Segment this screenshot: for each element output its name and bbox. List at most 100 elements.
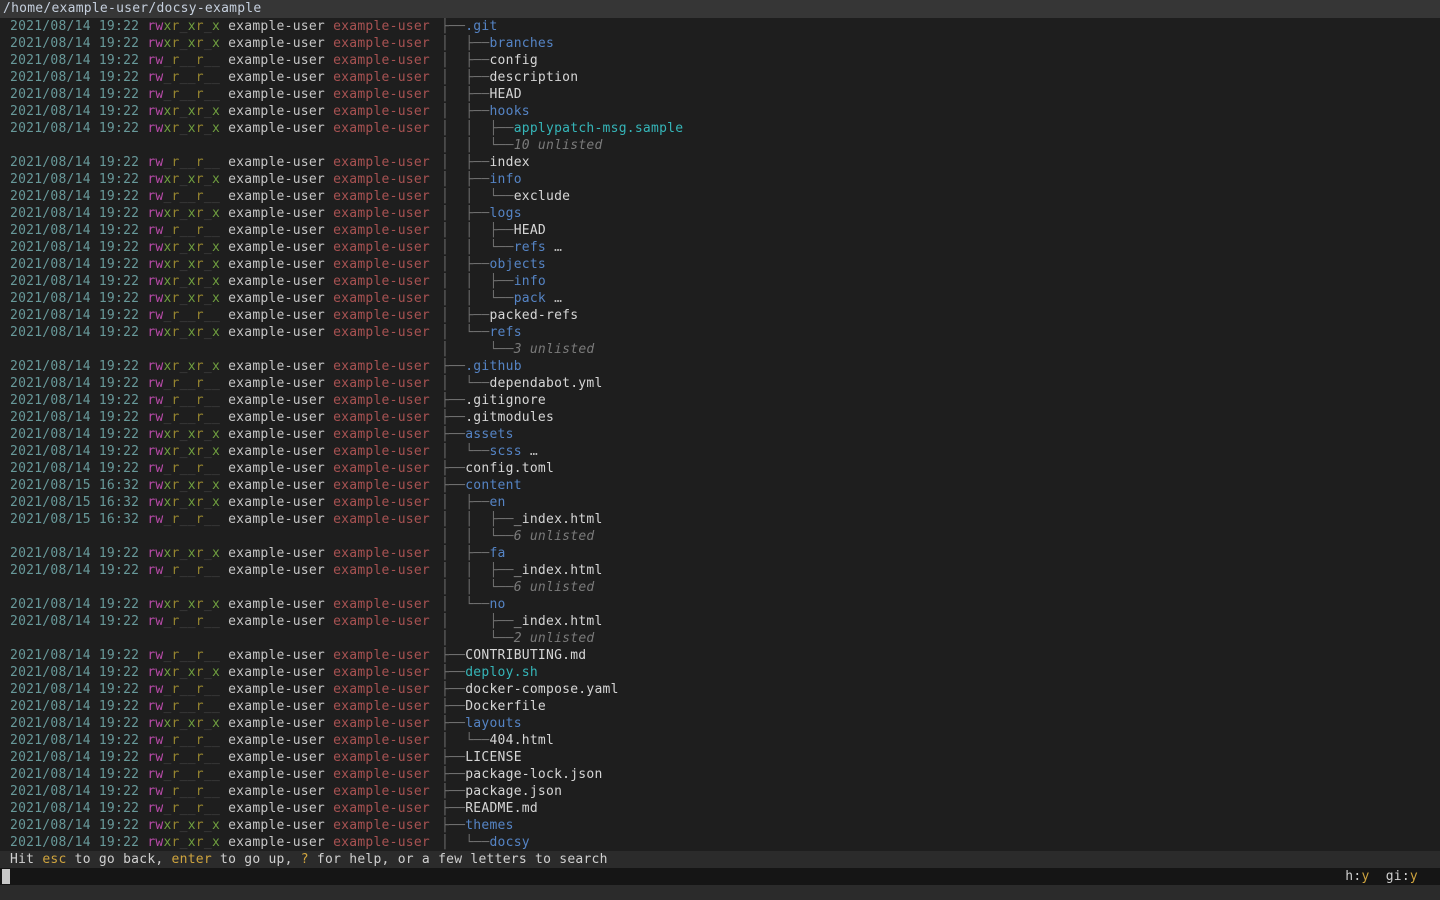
file-meta-row: 2021/08/14 19:22 rw_r__r__ example-user … [0, 766, 441, 783]
file-meta-row: 2021/08/14 19:22 rwxr_xr_x example-user … [0, 171, 441, 188]
tree-row-scss[interactable]: │ └──scss … [441, 443, 1440, 460]
search-input-bar[interactable]: h:y gi:y [0, 868, 1440, 885]
hint-key: esc [42, 852, 66, 867]
tree-row-.git[interactable]: ├──.git [441, 18, 1440, 35]
flag-h[interactable]: h:y [1345, 869, 1369, 884]
file-meta-row: 2021/08/14 19:22 rwxr_xr_x example-user … [0, 239, 441, 256]
tree-row-content[interactable]: ├──content [441, 477, 1440, 494]
tree-row-LICENSE[interactable]: ├──LICENSE [441, 749, 1440, 766]
file-meta-row: 2021/08/14 19:22 rwxr_xr_x example-user … [0, 273, 441, 290]
tree-row-index[interactable]: │ ├──index [441, 154, 1440, 171]
file-meta-row: 2021/08/15 16:32 rw_r__r__ example-user … [0, 511, 441, 528]
hint-text: to go back, [67, 852, 172, 867]
tree-row-HEAD[interactable]: │ ├──HEAD [441, 86, 1440, 103]
file-meta-row: 2021/08/14 19:22 rwxr_xr_x example-user … [0, 545, 441, 562]
file-meta-row: 2021/08/14 19:22 rwxr_xr_x example-user … [0, 103, 441, 120]
file-meta-row: 2021/08/14 19:22 rw_r__r__ example-user … [0, 86, 441, 103]
file-meta-row: 2021/08/14 19:22 rwxr_xr_x example-user … [0, 18, 441, 35]
tree-row-.github[interactable]: ├──.github [441, 358, 1440, 375]
file-meta-row: 2021/08/14 19:22 rwxr_xr_x example-user … [0, 426, 441, 443]
file-meta-row: 2021/08/14 19:22 rw_r__r__ example-user … [0, 698, 441, 715]
file-meta-row: 2021/08/14 19:22 rw_r__r__ example-user … [0, 409, 441, 426]
text-cursor [2, 869, 10, 884]
tree-row-themes[interactable]: ├──themes [441, 817, 1440, 834]
file-meta-row: 2021/08/14 19:22 rw_r__r__ example-user … [0, 732, 441, 749]
tree-row-assets[interactable]: ├──assets [441, 426, 1440, 443]
tree-row-README.md[interactable]: ├──README.md [441, 800, 1440, 817]
tree-row-_index.html[interactable]: │ ├──_index.html [441, 613, 1440, 630]
tree-row-en[interactable]: │ ├──en [441, 494, 1440, 511]
hint-text: for help, or a few letters to search [309, 852, 608, 867]
tree-row-fa[interactable]: │ ├──fa [441, 545, 1440, 562]
tree-row-branches[interactable]: │ ├──branches [441, 35, 1440, 52]
tree-row-_index.html[interactable]: │ │ ├──_index.html [441, 562, 1440, 579]
tree-row-applypatch-msg.sample[interactable]: │ │ ├──applypatch-msg.sample [441, 120, 1440, 137]
hint-text: Hit [10, 852, 42, 867]
tree-row-info[interactable]: │ │ ├──info [441, 273, 1440, 290]
tree-row-hooks[interactable]: │ ├──hooks [441, 103, 1440, 120]
tree-row-refs[interactable]: │ │ └──refs … [441, 239, 1440, 256]
main-area: 2021/08/14 19:22 rwxr_xr_x example-user … [0, 18, 1440, 851]
file-meta-row: 2021/08/14 19:22 rwxr_xr_x example-user … [0, 443, 441, 460]
file-meta-row: 2021/08/14 19:22 rw_r__r__ example-user … [0, 749, 441, 766]
tree-row-description[interactable]: │ ├──description [441, 69, 1440, 86]
file-meta-row: 2021/08/14 19:22 rwxr_xr_x example-user … [0, 324, 441, 341]
tree-row-package.json[interactable]: ├──package.json [441, 783, 1440, 800]
file-meta-row: 2021/08/14 19:22 rwxr_xr_x example-user … [0, 664, 441, 681]
tree-row-objects[interactable]: │ ├──objects [441, 256, 1440, 273]
file-meta-row: 2021/08/14 19:22 rw_r__r__ example-user … [0, 460, 441, 477]
flag-gi[interactable]: gi:y [1386, 869, 1418, 884]
file-meta-row: 2021/08/14 19:22 rw_r__r__ example-user … [0, 222, 441, 239]
tree-row-Dockerfile[interactable]: ├──Dockerfile [441, 698, 1440, 715]
hint-key: ? [301, 852, 309, 867]
file-meta-row: 2021/08/14 19:22 rw_r__r__ example-user … [0, 307, 441, 324]
tree-row-pack[interactable]: │ │ └──pack … [441, 290, 1440, 307]
file-meta-row: 2021/08/14 19:22 rw_r__r__ example-user … [0, 375, 441, 392]
tree-row-dependabot.yml[interactable]: │ └──dependabot.yml [441, 375, 1440, 392]
file-meta-row: 2021/08/14 19:22 rwxr_xr_x example-user … [0, 120, 441, 137]
file-meta-row-empty [0, 137, 441, 154]
file-meta-row: 2021/08/14 19:22 rwxr_xr_x example-user … [0, 358, 441, 375]
tree-row-_index.html[interactable]: │ │ ├──_index.html [441, 511, 1440, 528]
file-metadata-panel: 2021/08/14 19:22 rwxr_xr_x example-user … [0, 18, 441, 851]
tree-row-packed-refs[interactable]: │ ├──packed-refs [441, 307, 1440, 324]
tree-row-refs[interactable]: │ └──refs [441, 324, 1440, 341]
file-meta-row: 2021/08/14 19:22 rw_r__r__ example-user … [0, 562, 441, 579]
file-meta-row: 2021/08/14 19:22 rwxr_xr_x example-user … [0, 290, 441, 307]
file-meta-row: 2021/08/14 19:22 rw_r__r__ example-user … [0, 613, 441, 630]
current-path-bar: /home/example-user/docsy-example [0, 0, 1440, 18]
tree-row-unlisted: │ │ └──10 unlisted [441, 137, 1440, 154]
tree-row-docsy[interactable]: │ └──docsy [441, 834, 1440, 851]
tree-row-docker-compose.yaml[interactable]: ├──docker-compose.yaml [441, 681, 1440, 698]
tree-row-deploy.sh[interactable]: ├──deploy.sh [441, 664, 1440, 681]
tree-row-config[interactable]: │ ├──config [441, 52, 1440, 69]
tree-row-.gitmodules[interactable]: ├──.gitmodules [441, 409, 1440, 426]
tree-row-unlisted: │ │ └──6 unlisted [441, 579, 1440, 596]
tree-row-config.toml[interactable]: ├──config.toml [441, 460, 1440, 477]
tree-row-exclude[interactable]: │ │ └──exclude [441, 188, 1440, 205]
tree-row-layouts[interactable]: ├──layouts [441, 715, 1440, 732]
tree-row-HEAD[interactable]: │ │ ├──HEAD [441, 222, 1440, 239]
tree-row-info[interactable]: │ ├──info [441, 171, 1440, 188]
file-meta-row: 2021/08/14 19:22 rw_r__r__ example-user … [0, 681, 441, 698]
tree-row-unlisted: │ │ └──6 unlisted [441, 528, 1440, 545]
tree-row-no[interactable]: │ └──no [441, 596, 1440, 613]
tree-row-CONTRIBUTING.md[interactable]: ├──CONTRIBUTING.md [441, 647, 1440, 664]
file-meta-row: 2021/08/14 19:22 rwxr_xr_x example-user … [0, 205, 441, 222]
tree-row-.gitignore[interactable]: ├──.gitignore [441, 392, 1440, 409]
tree-row-logs[interactable]: │ ├──logs [441, 205, 1440, 222]
file-meta-row: 2021/08/14 19:22 rwxr_xr_x example-user … [0, 715, 441, 732]
hint-text: to go up, [212, 852, 301, 867]
file-meta-row: 2021/08/15 16:32 rwxr_xr_x example-user … [0, 494, 441, 511]
file-meta-row: 2021/08/14 19:22 rwxr_xr_x example-user … [0, 834, 441, 851]
file-meta-row: 2021/08/14 19:22 rw_r__r__ example-user … [0, 154, 441, 171]
file-meta-row-empty [0, 341, 441, 358]
file-meta-row: 2021/08/14 19:22 rw_r__r__ example-user … [0, 647, 441, 664]
tree-row-404.html[interactable]: │ └──404.html [441, 732, 1440, 749]
file-meta-row: 2021/08/14 19:22 rw_r__r__ example-user … [0, 188, 441, 205]
file-meta-row: 2021/08/14 19:22 rw_r__r__ example-user … [0, 800, 441, 817]
tree-row-unlisted: │ └──2 unlisted [441, 630, 1440, 647]
tree-row-package-lock.json[interactable]: ├──package-lock.json [441, 766, 1440, 783]
hint-key: enter [172, 852, 212, 867]
file-meta-row-empty [0, 528, 441, 545]
